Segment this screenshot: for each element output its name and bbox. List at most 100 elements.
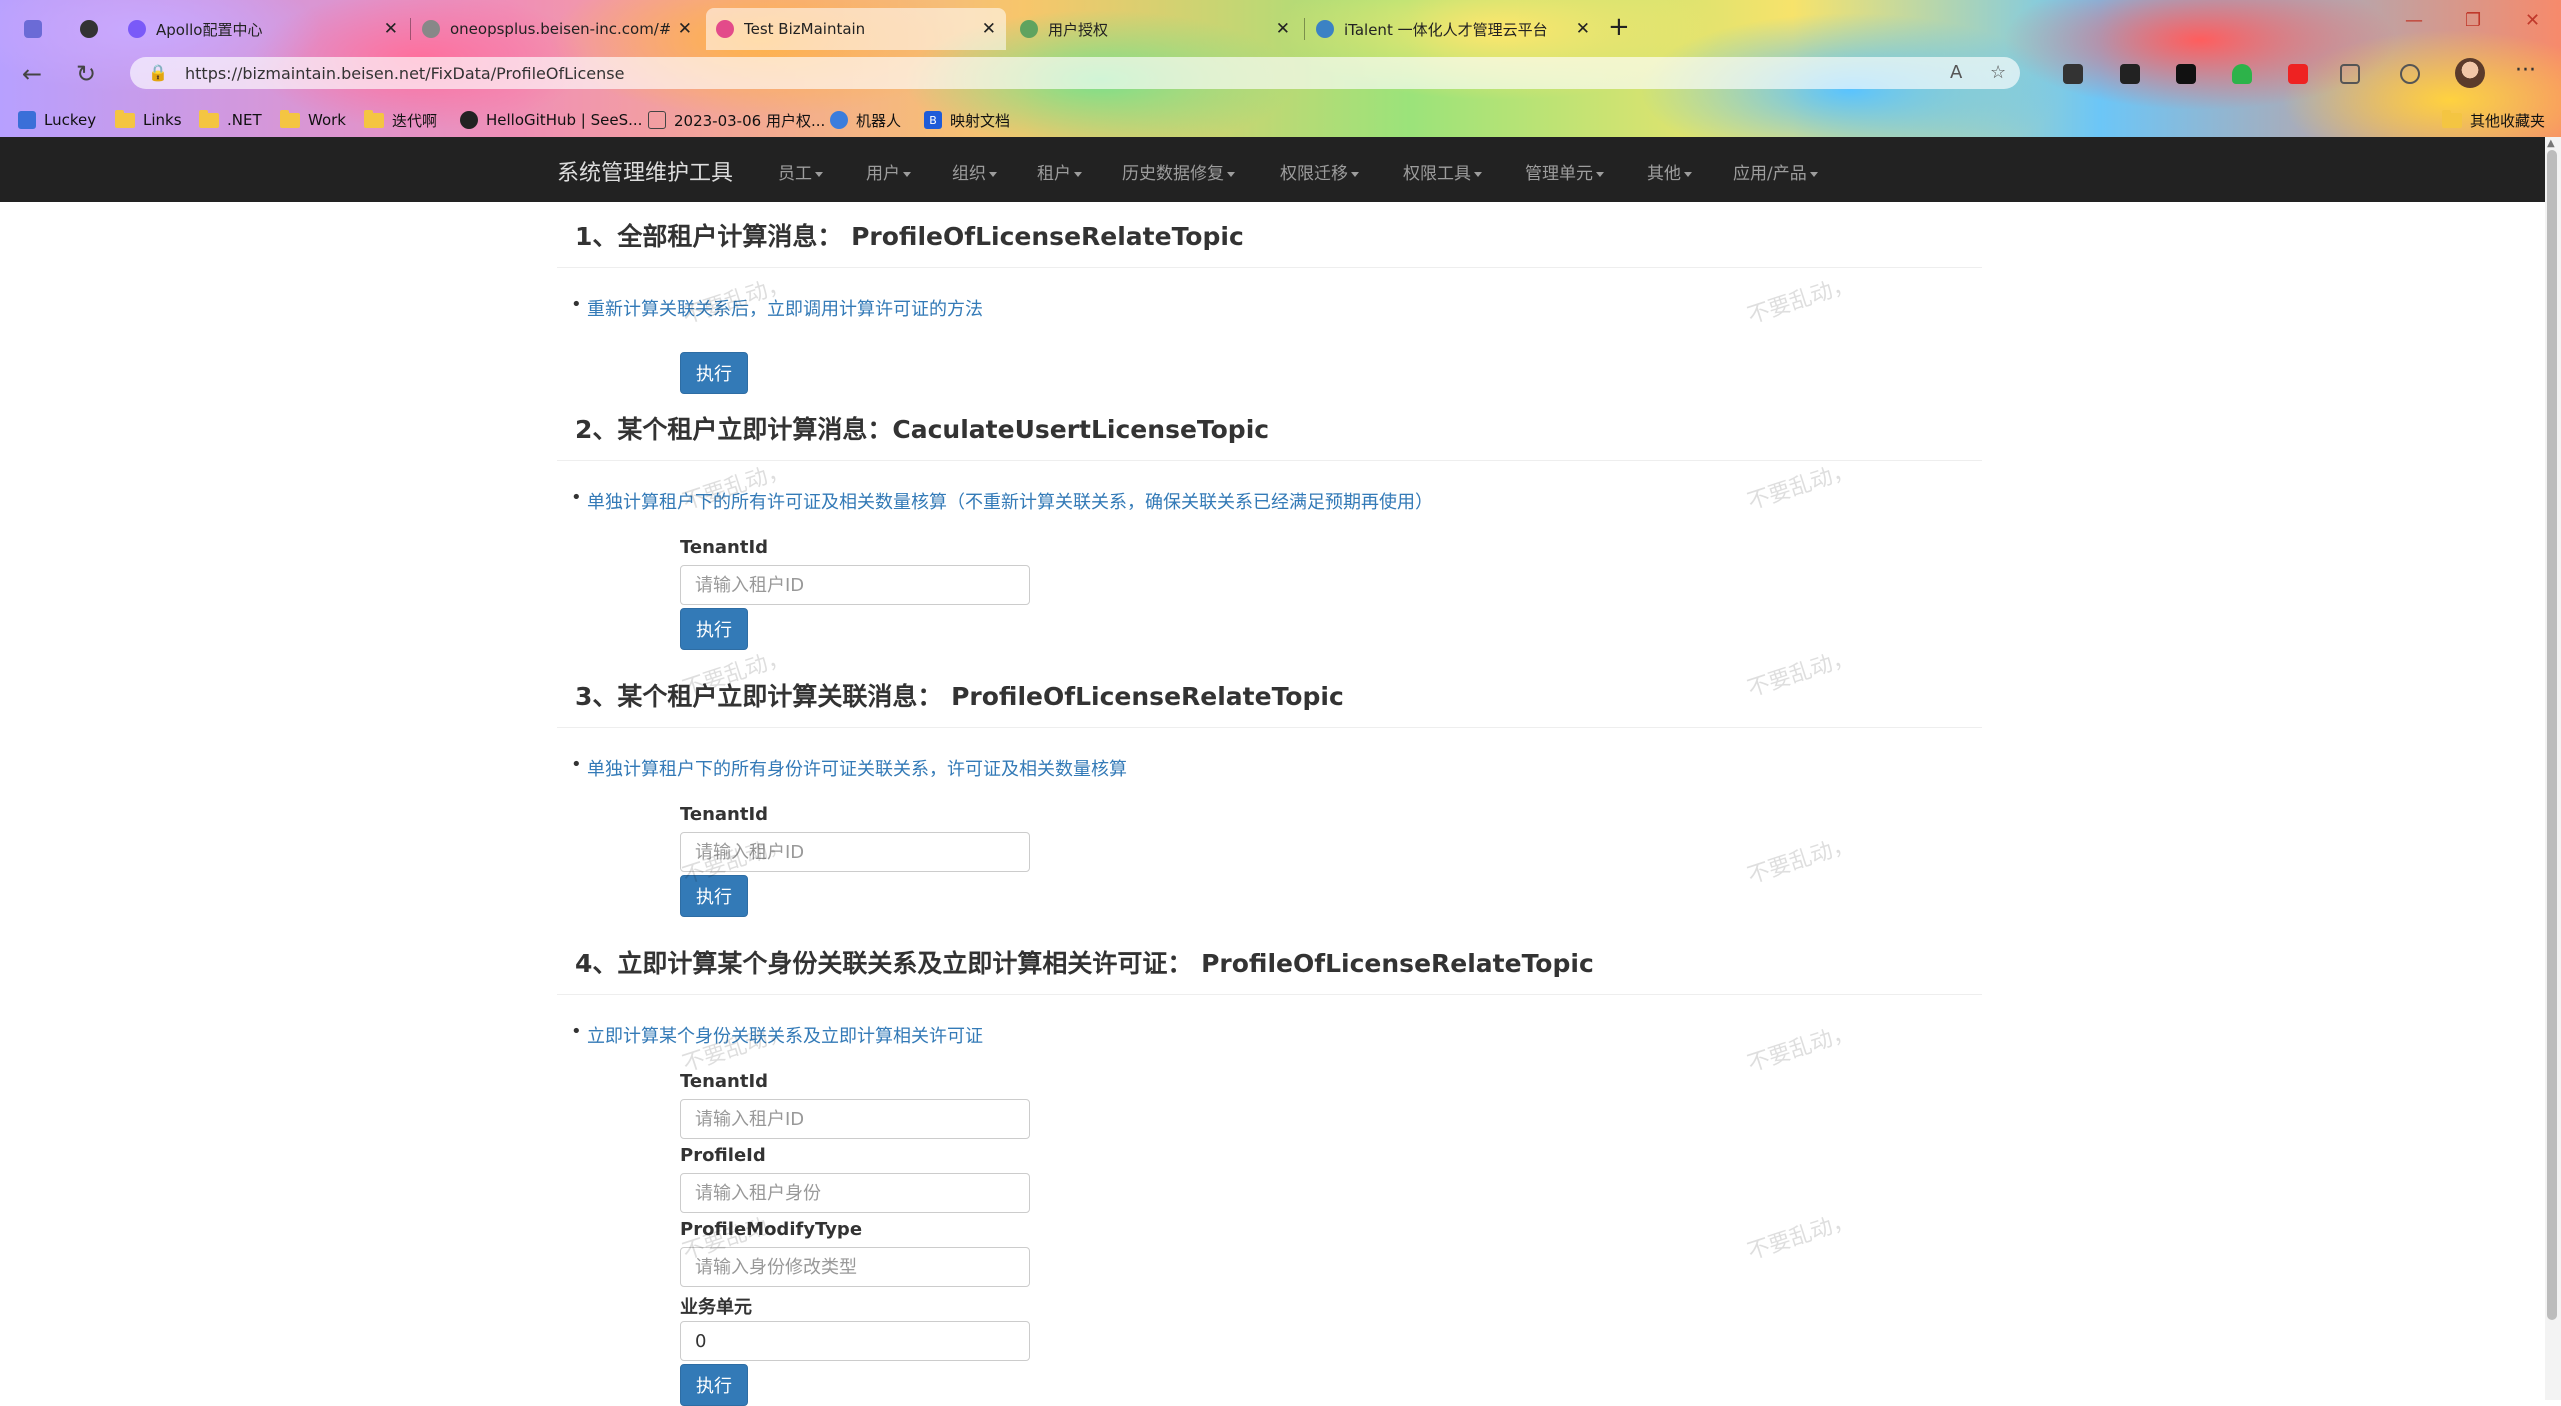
bookmarks-bar: Luckey Links .NET Work 迭代啊 HelloGitHub |… [0,104,2561,136]
bookmark-label: Luckey [44,111,97,129]
nav-employee[interactable]: 员工 [778,159,823,184]
tenant-id-input[interactable] [680,832,1030,872]
nav-label: 组织 [952,164,986,184]
execute-button[interactable]: 执行 [680,352,748,394]
section-description-link[interactable]: 重新计算关联关系后，立即调用计算许可证的方法 [571,294,983,321]
section-title: 4、立即计算某个身份关联关系及立即计算相关许可证： ProfileOfLicen… [575,949,1594,978]
tab-user-auth[interactable]: 用户授权 ✕ [1010,8,1300,50]
bot-icon [830,111,848,129]
minimize-icon[interactable]: — [2405,10,2423,31]
nav-history-fix[interactable]: 历史数据修复 [1122,159,1235,184]
section-description-link[interactable]: 单独计算租户下的所有许可证及相关数量核算（不重新计算关联关系，确保关联关系已经满… [571,487,1433,514]
close-icon[interactable]: ✕ [1276,19,1290,39]
execute-button[interactable]: 执行 [680,608,748,650]
scroll-up-icon[interactable]: ▲ [2547,138,2555,149]
nav-permission-migration[interactable]: 权限迁移 [1280,159,1359,184]
lock-icon: 🔒 [148,63,168,82]
caret-down-icon [1227,171,1235,177]
read-aloud-icon[interactable]: A [1950,62,1962,83]
shield-icon[interactable] [2232,64,2252,84]
bookmark-mapping-doc[interactable]: B 映射文档 [924,104,1010,136]
maximize-icon[interactable]: ❐ [2465,10,2481,31]
hellogithub-icon [460,111,478,129]
close-icon[interactable]: ✕ [384,19,398,39]
bookmark-iteration[interactable]: 迭代啊 [364,104,437,136]
bookmark-work[interactable]: Work [280,104,346,136]
profile-id-input[interactable] [680,1173,1030,1213]
close-window-icon[interactable]: ✕ [2525,10,2540,31]
nav-tenant[interactable]: 租户 [1037,159,1082,184]
extension-icon[interactable] [2063,64,2083,84]
caret-down-icon [903,171,911,177]
tenant-id-input[interactable] [680,1099,1030,1139]
tab-bar: Apollo配置中心 ✕ oneopsplus.beisen-inc.com/#… [0,0,2561,56]
bookmark-links[interactable]: Links [115,104,182,136]
nav-label: 权限迁移 [1280,164,1348,184]
nav-label: 权限工具 [1403,164,1471,184]
top-navbar: 系统管理维护工具 员工 用户 组织 租户 历史数据修复 权限迁移 权限工具 管理… [0,137,2545,202]
tab-separator [410,18,411,40]
scrollbar-thumb[interactable] [2547,150,2557,1320]
bookmark-hellogithub[interactable]: HelloGitHub | SeeS... [460,104,642,136]
close-icon[interactable]: ✕ [678,19,692,39]
globe-icon [422,20,440,38]
lightbulb-icon [1316,20,1334,38]
profile-id-label: ProfileId [680,1145,766,1166]
apollo-icon [128,20,146,38]
profile-modify-type-input[interactable] [680,1247,1030,1287]
address-bar[interactable]: 🔒 https://bizmaintain.beisen.net/FixData… [130,57,2020,89]
business-unit-input[interactable] [680,1321,1030,1361]
tenant-id-input[interactable] [680,565,1030,605]
tab-italent[interactable]: iTalent 一体化人才管理云平台 ✕ [1306,8,1600,50]
more-icon[interactable]: ··· [2515,58,2536,83]
avatar[interactable] [2455,58,2485,88]
close-icon[interactable]: ✕ [982,19,996,39]
nav-other[interactable]: 其他 [1647,159,1692,184]
tab-pinned-2[interactable] [70,8,116,50]
bookmark-label: 迭代啊 [392,111,438,130]
section-title: 2、某个租户立即计算消息：CaculateUsertLicenseTopic [575,415,1270,444]
bookmark-robot[interactable]: 机器人 [830,104,901,136]
nav-user[interactable]: 用户 [866,159,911,184]
nav-label: 管理单元 [1525,164,1593,184]
extensions-puzzle-icon[interactable] [2340,64,2360,84]
caret-down-icon [1596,171,1604,177]
tab-title: iTalent 一体化人才管理云平台 [1344,20,1548,39]
bookmark-luckey[interactable]: Luckey [18,104,96,136]
history-icon[interactable] [2400,64,2420,84]
url-text[interactable]: https://bizmaintain.beisen.net/FixData/P… [185,64,624,83]
nav-organization[interactable]: 组织 [952,159,997,184]
fe-extension-icon[interactable] [2288,64,2308,84]
section-profile-relation-calc: 4、立即计算某个身份关联关系及立即计算相关许可证： ProfileOfLicen… [557,929,1982,1406]
section-tenant-calc: 2、某个租户立即计算消息：CaculateUsertLicenseTopic 单… [557,395,1982,660]
other-bookmarks[interactable]: 其他收藏夹 [2442,104,2545,136]
caret-down-icon [1684,171,1692,177]
nav-permission-tools[interactable]: 权限工具 [1403,159,1482,184]
new-tab-button[interactable]: + [1608,12,1630,42]
nav-apps-products[interactable]: 应用/产品 [1733,159,1818,184]
tab-apollo[interactable]: Apollo配置中心 ✕ [118,8,408,50]
close-icon[interactable]: ✕ [1576,19,1590,39]
github-icon [80,20,98,38]
lightbulb-icon [1020,20,1038,38]
favorite-icon[interactable]: ☆ [1990,62,2006,83]
extension-icon[interactable] [2120,64,2140,84]
nav-admin-unit[interactable]: 管理单元 [1525,159,1604,184]
tab-oneops[interactable]: oneopsplus.beisen-inc.com/#/ ✕ [412,8,702,50]
back-icon[interactable]: ← [22,60,42,88]
refresh-icon[interactable]: ↻ [76,60,96,88]
folder-icon [115,109,135,128]
tab-pinned-1[interactable] [14,8,60,50]
brand-title[interactable]: 系统管理维护工具 [557,155,733,187]
tab-test-bizmaintain[interactable]: Test BizMaintain ✕ [706,8,1006,50]
address-row: ← ↻ 🔒 https://bizmaintain.beisen.net/Fix… [0,56,2561,104]
section-description-link[interactable]: 立即计算某个身份关联关系及立即计算相关许可证 [571,1021,983,1048]
execute-button[interactable]: 执行 [680,875,748,917]
extension-icon[interactable] [2176,64,2196,84]
tab-title: oneopsplus.beisen-inc.com/#/ [450,20,670,38]
tenant-id-label: TenantId [680,1071,769,1092]
doc-icon [648,111,666,129]
bookmark-dotnet[interactable]: .NET [199,104,262,136]
bookmark-user-permission-doc[interactable]: 2023-03-06 用户权... [648,104,825,136]
section-description-link[interactable]: 单独计算租户下的所有身份许可证关联关系，许可证及相关数量核算 [571,754,1127,781]
